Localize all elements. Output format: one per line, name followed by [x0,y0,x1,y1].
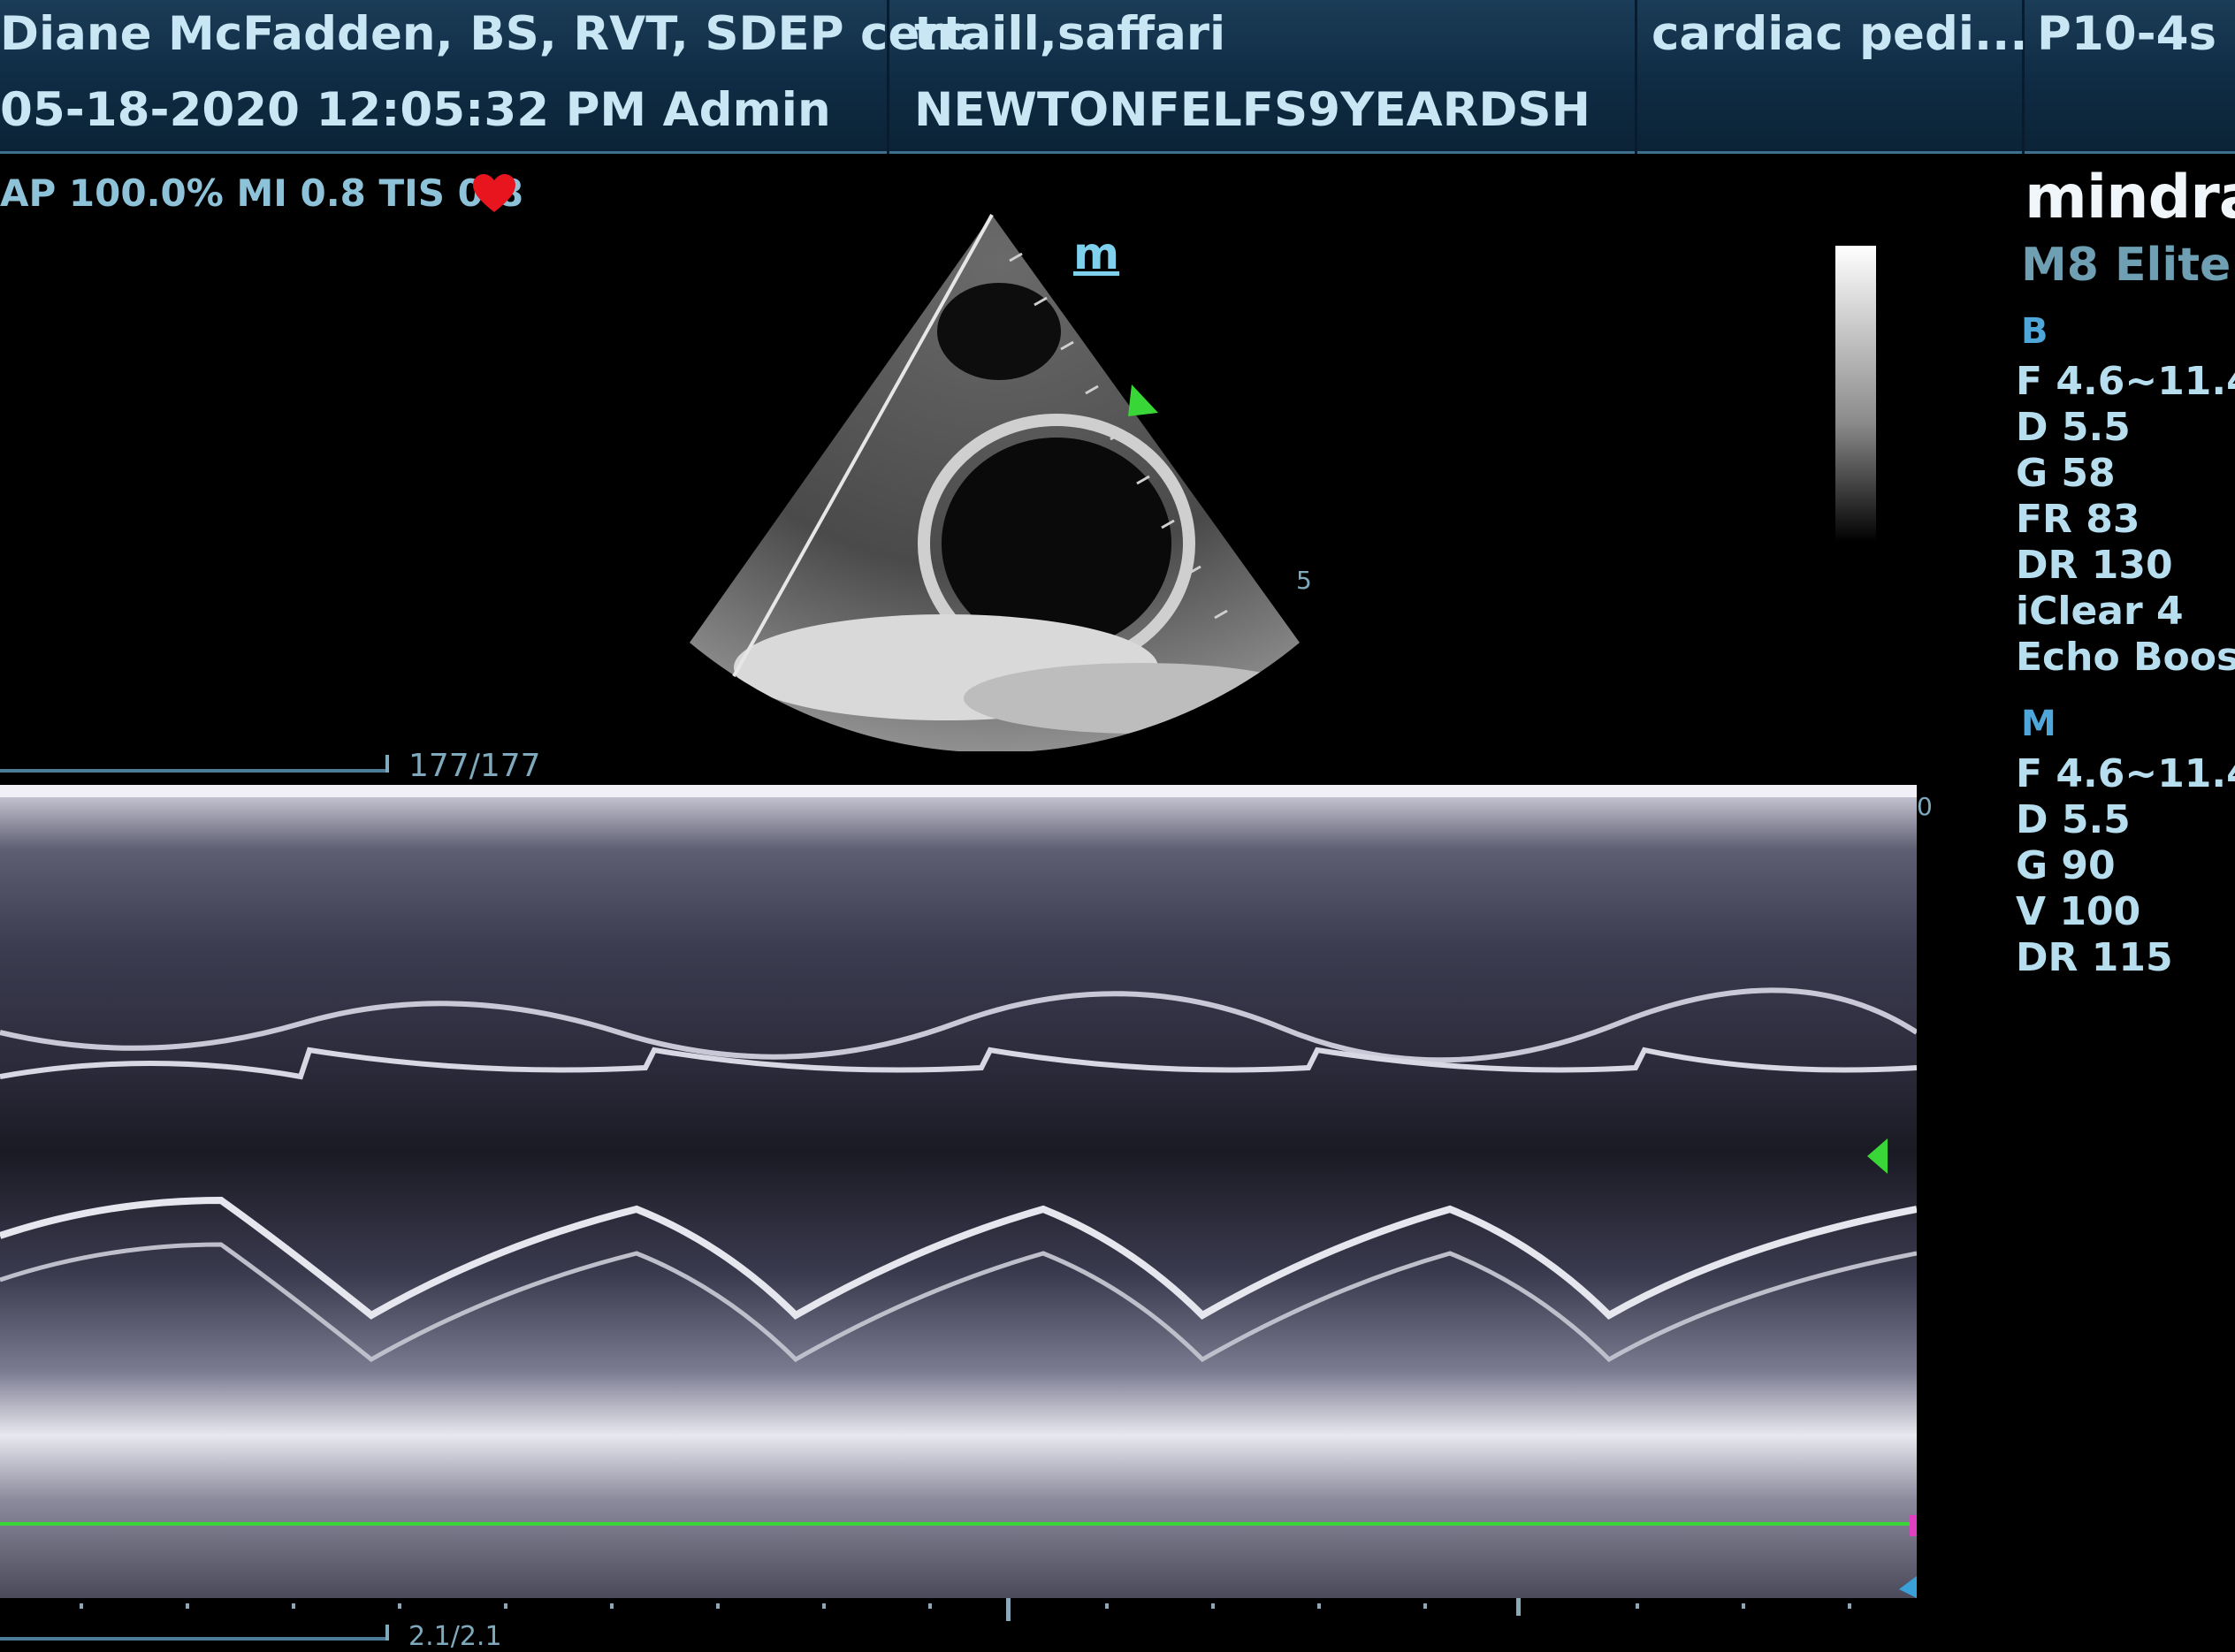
b-param-echo-boost[interactable]: Echo Boost [2016,635,2235,680]
header-bar: Diane McFadden, BS, RVT, SDEP cert 05-18… [0,0,2235,154]
exam-preset: cardiac pedi... [1651,7,2028,61]
m-param-gain[interactable]: G 90 [2016,843,2116,888]
sweep-speed-tick [385,1625,389,1641]
m-mode-label: M [2021,704,2056,744]
b-mode-image[interactable] [681,208,1317,751]
patient-id: NEWTONFELFS9YEARDSH [914,83,1590,137]
b-param-gain[interactable]: G 58 [2016,451,2116,496]
device-model: M8 Elite [2021,239,2231,292]
heart-icon [473,174,515,212]
time-axis [80,1598,1851,1621]
b-param-iclear[interactable]: iClear 4 [2016,589,2184,634]
focus-marker-icon [1128,384,1158,416]
exam-preset-cell[interactable]: cardiac pedi... [1637,0,2028,154]
b-mode-label: B [2021,311,2048,352]
sweep-speed-line [0,1637,389,1641]
depth-marker: 5 [1296,566,1312,595]
exam-datetime: 05-18-2020 12:05:32 PM Admin [0,83,831,137]
mindray-logo: mindray [2025,163,2235,232]
probe-cell[interactable]: P10-4s [2025,0,2235,154]
patient-cell[interactable]: traill,saffari NEWTONFELFS9YEARDSH [889,0,1637,154]
acoustic-output-readout: AP 100.0% MI 0.8 TIS 0.8 [0,171,524,215]
operator-cell: Diane McFadden, BS, RVT, SDEP cert 05-18… [0,0,965,154]
depth-scale-top: 0 [1917,792,1933,821]
m-mode-trace[interactable] [0,785,1917,1598]
sweep-speed-label: 2.1/2.1 [408,1621,502,1652]
b-param-depth[interactable]: D 5.5 [2016,405,2131,450]
m-param-dynamic-range[interactable]: DR 115 [2016,935,2173,980]
b-param-frequency[interactable]: F 4.6~11.4 [2016,359,2235,404]
m-mode-tag: m [1073,228,1120,279]
cine-progress-handle[interactable] [385,755,389,773]
m-param-velocity[interactable]: V 100 [2016,889,2140,934]
patient-name: traill,saffari [914,7,1226,61]
b-param-dynamic-range[interactable]: DR 130 [2016,543,2173,588]
cine-progress-line[interactable] [0,769,389,773]
frame-counter: 177/177 [408,748,541,784]
m-param-depth[interactable]: D 5.5 [2016,797,2131,842]
m-param-frequency[interactable]: F 4.6~11.4 [2016,751,2235,796]
operator-name: Diane McFadden, BS, RVT, SDEP cert [0,7,965,61]
probe-name: P10-4s [2037,7,2217,61]
grayscale-bar [1835,246,1876,542]
b-param-frame-rate[interactable]: FR 83 [2016,497,2140,542]
